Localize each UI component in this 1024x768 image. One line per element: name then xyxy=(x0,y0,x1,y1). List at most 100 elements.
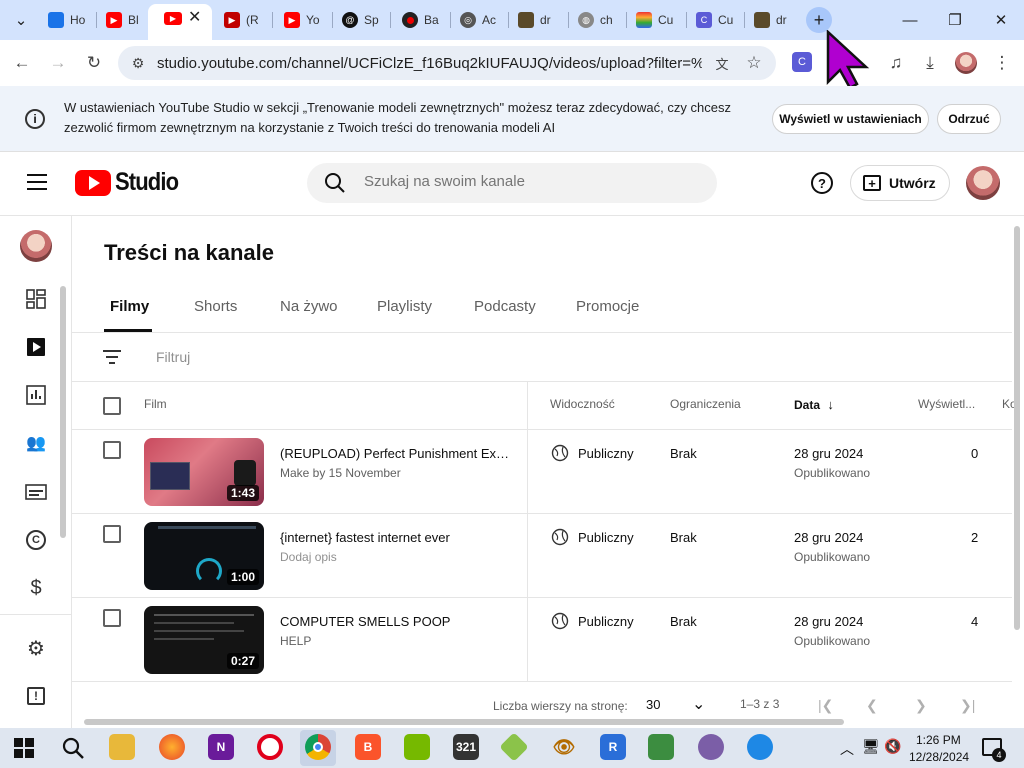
opera-icon[interactable] xyxy=(257,734,283,760)
row-checkbox[interactable] xyxy=(103,525,121,543)
first-page-icon[interactable]: |❮ xyxy=(818,697,833,714)
windows-start-icon[interactable] xyxy=(14,738,34,758)
close-window-button[interactable]: ✕ xyxy=(986,8,1016,32)
photo-editor-icon[interactable] xyxy=(648,734,674,760)
tab-live[interactable]: Na żywo xyxy=(280,298,338,315)
chevron-down-icon[interactable]: ⌄ xyxy=(692,694,705,714)
horizontal-scrollbar[interactable] xyxy=(84,719,844,725)
clock-time[interactable]: 1:26 PM xyxy=(916,733,961,747)
browser-tab[interactable]: ▶ Bl xyxy=(106,8,146,32)
dismiss-button[interactable]: Odrzuć xyxy=(937,104,1001,134)
sidebar-scrollbar[interactable] xyxy=(60,286,66,538)
browser-tab[interactable]: ◎ Ac xyxy=(460,8,502,32)
hamburger-menu-icon[interactable] xyxy=(27,174,47,190)
eye-app-icon[interactable]: 👁 xyxy=(551,734,577,760)
tab-shorts[interactable]: Shorts xyxy=(194,298,237,315)
extension-icon[interactable]: C xyxy=(792,52,812,72)
volume-muted-icon[interactable]: 🔇 xyxy=(884,738,901,755)
browser-menu-icon[interactable]: ⋮ xyxy=(990,51,1014,75)
browser-tab[interactable]: Ba xyxy=(402,8,442,32)
download-icon[interactable]: ⤓ xyxy=(918,51,942,75)
select-all-checkbox[interactable] xyxy=(103,397,121,415)
subtitles-icon[interactable] xyxy=(24,480,48,504)
visibility-value[interactable]: Publiczny xyxy=(578,530,634,545)
translate-icon[interactable]: 文 xyxy=(710,51,734,75)
browser-tab[interactable]: ◍ ch xyxy=(578,8,620,32)
video-thumbnail[interactable]: 1:43 xyxy=(144,438,264,506)
ghost-app-icon[interactable] xyxy=(698,734,724,760)
browser-tab[interactable]: ▶ (R xyxy=(224,8,264,32)
settings-gear-icon[interactable]: ⚙ xyxy=(24,636,48,660)
row-checkbox[interactable] xyxy=(103,609,121,627)
filter-icon[interactable] xyxy=(103,350,121,364)
maximize-button[interactable]: ❐ xyxy=(940,8,970,32)
minimize-button[interactable]: — xyxy=(895,8,925,32)
firefox-icon[interactable] xyxy=(159,734,185,760)
analytics-icon[interactable] xyxy=(24,383,48,407)
vertical-scrollbar[interactable] xyxy=(1014,226,1020,630)
rows-per-page-select[interactable]: 30 xyxy=(646,697,660,712)
forward-arrow-icon[interactable]: → xyxy=(46,51,70,75)
column-header-restrictions[interactable]: Ograniczenia xyxy=(670,397,741,411)
back-arrow-icon[interactable]: ← xyxy=(10,51,34,75)
tray-chevron-up-icon[interactable]: ︿ xyxy=(840,739,854,759)
nvidia-icon[interactable] xyxy=(404,734,430,760)
column-header-views[interactable]: Wyświetl... xyxy=(918,397,975,411)
browser-tab[interactable]: C Cu xyxy=(696,8,738,32)
site-info-icon[interactable]: ⚙ xyxy=(126,51,150,75)
filter-input[interactable]: Filtruj xyxy=(156,349,190,365)
copyright-icon[interactable]: C xyxy=(24,528,48,552)
add-description-link[interactable]: Dodaj opis xyxy=(280,550,337,564)
chrome-icon[interactable] xyxy=(305,734,331,760)
content-icon[interactable] xyxy=(24,335,48,359)
clock-date[interactable]: 12/28/2024 xyxy=(909,750,969,764)
calendar-app-icon[interactable]: 321 xyxy=(453,734,479,760)
vscode-like-icon[interactable]: R xyxy=(600,734,626,760)
tab-podcasts[interactable]: Podcasty xyxy=(474,298,536,315)
feedback-icon[interactable]: ! xyxy=(24,684,48,708)
browser-tab[interactable]: @ Sp xyxy=(342,8,382,32)
video-title[interactable]: (REUPLOAD) Perfect Punishment Exe... xyxy=(280,446,510,461)
video-thumbnail[interactable]: 0:27 xyxy=(144,606,264,674)
browser-tab[interactable]: dr xyxy=(754,8,796,32)
network-icon[interactable]: 🖥 xyxy=(862,738,880,755)
row-checkbox[interactable] xyxy=(103,441,121,459)
tab-videos[interactable]: Filmy xyxy=(110,298,149,315)
visibility-value[interactable]: Publiczny xyxy=(578,614,634,629)
profile-avatar[interactable] xyxy=(955,52,977,74)
browser-tab[interactable]: Ho xyxy=(48,8,90,32)
taskbar-search-icon[interactable] xyxy=(61,736,85,760)
browser-tab[interactable]: ▶ Yo xyxy=(284,8,324,32)
url-text[interactable]: studio.youtube.com/channel/UCFiClzE_f16B… xyxy=(157,55,702,72)
column-header-date[interactable]: Data ↓ xyxy=(794,397,834,412)
brave-icon[interactable]: B xyxy=(355,734,381,760)
column-header-visibility[interactable]: Widoczność xyxy=(550,397,615,411)
edge-like-icon[interactable] xyxy=(747,734,773,760)
view-in-settings-button[interactable]: Wyświetl w ustawieniach xyxy=(772,104,929,134)
dashboard-icon[interactable] xyxy=(24,287,48,311)
help-icon[interactable]: ? xyxy=(811,172,833,194)
next-page-icon[interactable]: ❯ xyxy=(915,697,927,714)
browser-tab[interactable]: dr xyxy=(518,8,560,32)
tab-search-chevron-icon[interactable]: ⌄ xyxy=(6,8,36,32)
channel-avatar[interactable] xyxy=(966,166,1000,200)
sidebar-channel-avatar[interactable] xyxy=(20,230,52,262)
earn-icon[interactable]: $ xyxy=(24,576,48,600)
reload-icon[interactable]: ↻ xyxy=(82,51,106,75)
video-thumbnail[interactable]: 1:00 xyxy=(144,522,264,590)
onenote-icon[interactable]: N xyxy=(208,734,234,760)
close-tab-icon[interactable]: ✕ xyxy=(188,7,201,27)
studio-logo[interactable]: Studio xyxy=(75,168,187,197)
media-controls-icon[interactable]: ♫ xyxy=(884,51,908,75)
last-page-icon[interactable]: ❯| xyxy=(960,697,975,714)
file-explorer-icon[interactable] xyxy=(109,734,135,760)
create-button[interactable]: + Utwórz xyxy=(850,165,950,201)
video-title[interactable]: {internet} fastest internet ever xyxy=(280,530,510,545)
community-icon[interactable]: 👥 xyxy=(24,431,48,455)
browser-tab[interactable]: Cu xyxy=(636,8,678,32)
tab-playlists[interactable]: Playlisty xyxy=(377,298,432,315)
bookmark-star-icon[interactable]: ☆ xyxy=(742,51,766,75)
previous-page-icon[interactable]: ❮ xyxy=(866,697,878,714)
visibility-value[interactable]: Publiczny xyxy=(578,446,634,461)
search-input[interactable] xyxy=(364,173,704,190)
